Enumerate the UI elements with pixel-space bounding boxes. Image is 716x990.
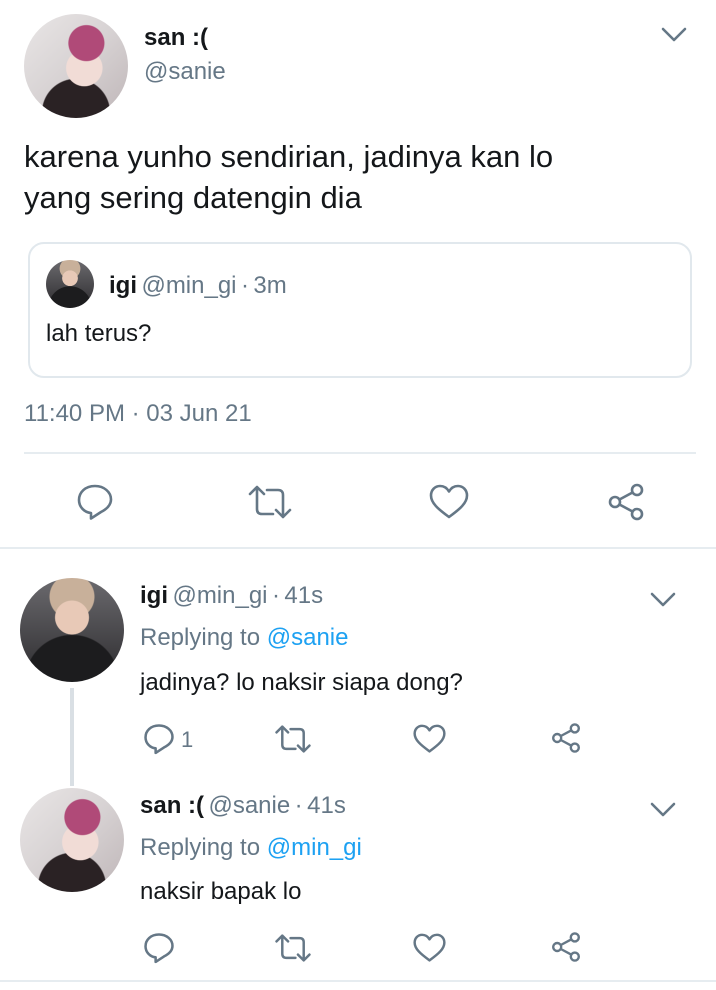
like-icon[interactable]	[413, 933, 446, 963]
tweet-text: karena yunho sendirian, jadinya kan lo y…	[24, 136, 694, 218]
reply-count: 1	[181, 727, 194, 752]
avatar	[46, 260, 94, 308]
separator-dot: ·	[294, 792, 303, 819]
mention-link[interactable]: @sanie	[267, 624, 349, 651]
chevron-down-icon[interactable]	[661, 26, 687, 44]
avatar[interactable]	[24, 14, 128, 118]
reply-time: 41s	[307, 792, 346, 819]
avatar[interactable]	[20, 578, 124, 682]
quoted-author-name: igi	[109, 272, 137, 299]
reply-icon[interactable]	[143, 723, 175, 755]
separator-dot: ·	[271, 582, 280, 609]
like-icon[interactable]	[429, 484, 469, 520]
reply-header: san :( @sanie · 41s	[140, 792, 346, 820]
tweet-text-line: yang sering datengin dia	[24, 180, 362, 215]
reply-icon[interactable]	[143, 932, 175, 964]
reply-author-handle[interactable]: @min_gi	[172, 582, 267, 609]
tweet-text-line: karena yunho sendirian, jadinya kan lo	[24, 139, 554, 174]
retweet-icon[interactable]	[274, 725, 312, 753]
reply-icon[interactable]	[76, 483, 114, 521]
share-icon[interactable]	[606, 482, 646, 522]
retweet-icon[interactable]	[274, 934, 312, 962]
reply-author-name[interactable]: igi	[140, 582, 168, 609]
replying-to: Replying to @sanie	[140, 624, 349, 652]
separator-dot: ·	[240, 272, 249, 299]
avatar[interactable]	[20, 788, 124, 892]
thread-line	[70, 688, 74, 786]
replying-to: Replying to @min_gi	[140, 834, 362, 862]
reply-time: 41s	[284, 582, 324, 609]
quoted-time: 3m	[253, 272, 287, 299]
like-icon[interactable]	[413, 724, 446, 754]
section-divider	[0, 547, 716, 549]
mention-link[interactable]: @min_gi	[267, 834, 362, 861]
retweet-icon[interactable]	[247, 485, 293, 519]
reply-header: igi @min_gi · 41s	[140, 582, 323, 610]
share-icon[interactable]	[550, 722, 582, 754]
author-handle[interactable]: @sanie	[144, 58, 226, 86]
tweet-timestamp: 11:40 PM · 03 Jun 21	[24, 400, 252, 427]
divider	[0, 980, 716, 982]
chevron-down-icon[interactable]	[650, 801, 676, 819]
chevron-down-icon[interactable]	[650, 591, 676, 609]
reply-text: jadinya? lo naksir siapa dong?	[140, 669, 463, 696]
quoted-header: igi @min_gi · 3m	[109, 272, 287, 300]
replying-prefix: Replying to	[140, 834, 261, 861]
reply-author-handle[interactable]: @sanie	[208, 792, 290, 819]
quoted-text: lah terus?	[46, 320, 152, 347]
share-icon[interactable]	[550, 931, 582, 963]
reply-author-name[interactable]: san :(	[140, 792, 204, 819]
quoted-tweet[interactable]	[28, 242, 692, 378]
divider	[24, 452, 696, 454]
author-name[interactable]: san :(	[144, 24, 208, 52]
reply-text: naksir bapak lo	[140, 878, 302, 905]
quoted-author-handle: @min_gi	[141, 272, 237, 299]
replying-prefix: Replying to	[140, 624, 261, 651]
